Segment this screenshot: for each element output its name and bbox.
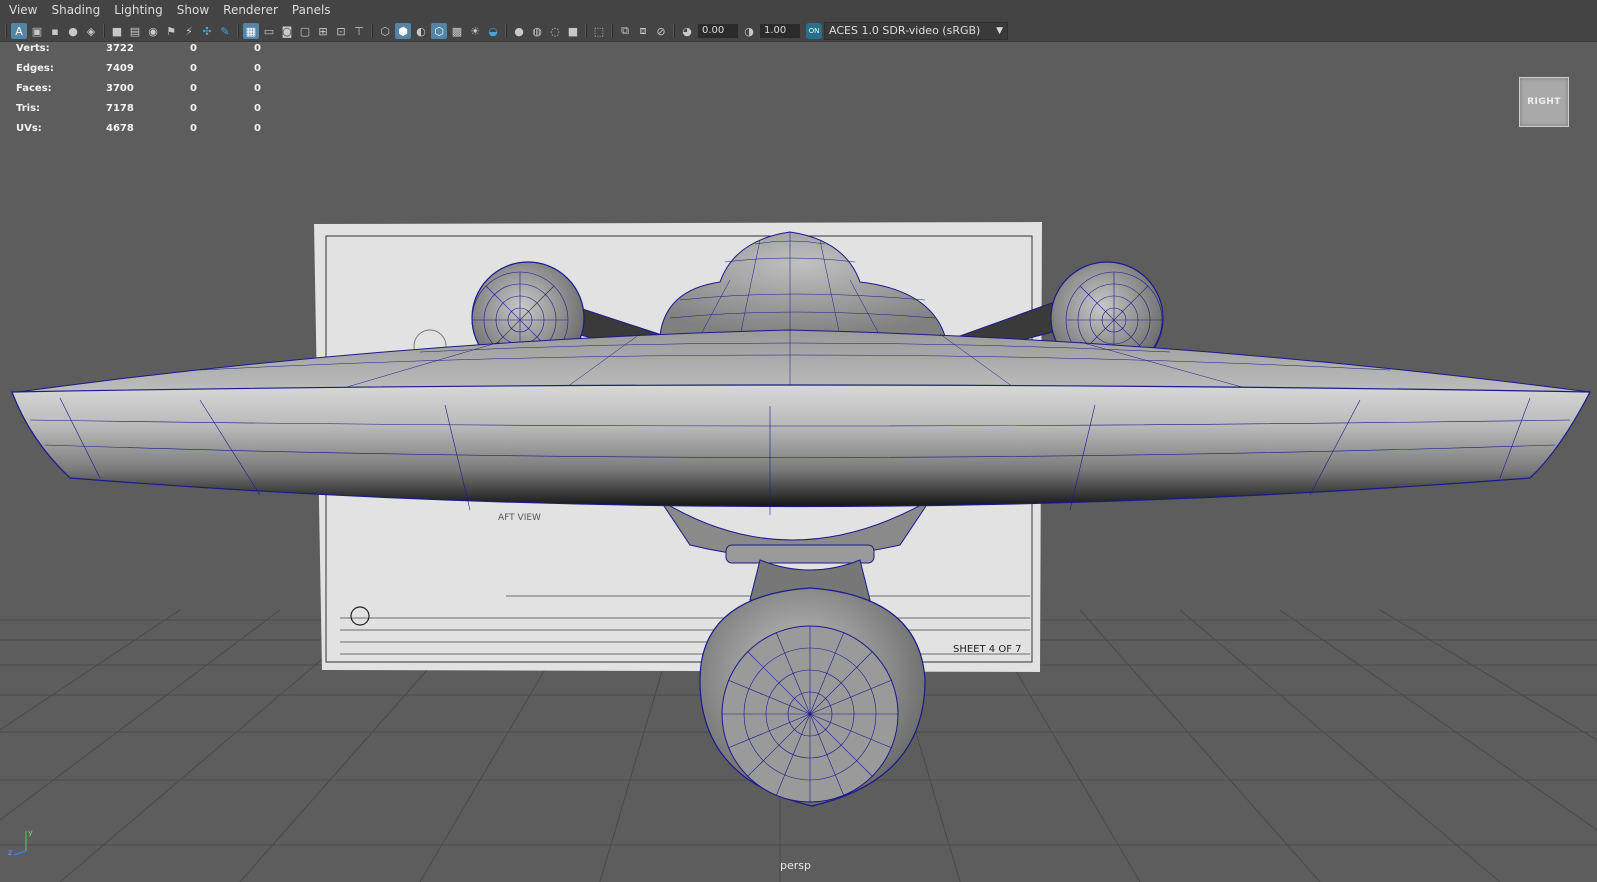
menu-shading[interactable]: Shading bbox=[44, 0, 107, 21]
hud-value: 0 bbox=[190, 103, 197, 114]
viewport-scene[interactable]: AFT VIEW SHEET 4 OF 7 bbox=[0, 42, 1597, 882]
menu-panels[interactable]: Panels bbox=[285, 0, 338, 21]
menu-show[interactable]: Show bbox=[170, 0, 216, 21]
toolbar-divider bbox=[5, 24, 7, 38]
view-cube-label: RIGHT bbox=[1527, 97, 1561, 107]
hud-row-verts: Verts: 3722 0 0 bbox=[0, 42, 270, 62]
axis-y-label: y bbox=[28, 828, 33, 837]
engineering-hull bbox=[699, 587, 926, 807]
exposure-icon[interactable]: ◕ bbox=[679, 23, 695, 39]
motion-blur-icon[interactable]: ◍ bbox=[529, 23, 545, 39]
view-cube[interactable]: RIGHT bbox=[1519, 77, 1569, 127]
resolution-gate-icon[interactable]: ▤ bbox=[127, 23, 143, 39]
hud-value: 3722 bbox=[106, 43, 134, 54]
view-transform-value: ACES 1.0 SDR-video (sRGB) bbox=[829, 24, 981, 37]
color-management-icon[interactable]: ON bbox=[806, 23, 822, 39]
2d-pan-zoom-icon[interactable]: ◈ bbox=[83, 23, 99, 39]
use-all-lights-icon[interactable]: ☀ bbox=[467, 23, 483, 39]
wireframe-on-shaded-icon[interactable]: ⬡ bbox=[431, 23, 447, 39]
hud-value: 0 bbox=[190, 63, 197, 74]
hud-value: 0 bbox=[254, 63, 261, 74]
bookmark-icon[interactable]: ▪ bbox=[47, 23, 63, 39]
hud-label: Tris: bbox=[16, 103, 41, 114]
gamma-icon[interactable]: ◑ bbox=[741, 23, 757, 39]
grease-pencil-icon[interactable]: ✎ bbox=[217, 23, 233, 39]
toolbar-divider bbox=[673, 24, 675, 38]
xray-active-icon[interactable]: ⧈ bbox=[635, 23, 651, 39]
screen-space-ao-icon[interactable]: ● bbox=[511, 23, 527, 39]
hud-label: Verts: bbox=[16, 43, 50, 54]
grid-toggle-icon[interactable]: ▦ bbox=[243, 23, 259, 39]
select-camera-icon[interactable]: A bbox=[11, 23, 27, 39]
hud-row-faces: Faces: 3700 0 0 bbox=[0, 82, 270, 102]
toolbar-divider bbox=[371, 24, 373, 38]
menu-renderer[interactable]: Renderer bbox=[216, 0, 285, 21]
shadows-icon[interactable]: ◒ bbox=[485, 23, 501, 39]
hud-value: 0 bbox=[254, 103, 261, 114]
hud-value: 0 bbox=[190, 83, 197, 94]
xray-joints-icon[interactable]: ⊘ bbox=[653, 23, 669, 39]
hud-value: 7409 bbox=[106, 63, 134, 74]
gamma-field[interactable]: 1.00 bbox=[760, 24, 800, 38]
hud-value: 0 bbox=[254, 123, 261, 134]
safe-action-icon[interactable]: ⚡ bbox=[181, 23, 197, 39]
menu-lighting[interactable]: Lighting bbox=[107, 0, 170, 21]
toolbar-divider bbox=[505, 24, 507, 38]
gate-mask-toggle-icon[interactable]: ▢ bbox=[297, 23, 313, 39]
axis-z-label: z bbox=[8, 848, 12, 857]
hud-value: 0 bbox=[254, 83, 261, 94]
blueprint-view-label: AFT VIEW bbox=[498, 513, 541, 523]
hud-label: UVs: bbox=[16, 123, 42, 134]
menu-view[interactable]: View bbox=[0, 0, 44, 21]
film-gate-icon[interactable]: ■ bbox=[109, 23, 125, 39]
viewport-menubar: View Shading Lighting Show Renderer Pane… bbox=[0, 0, 1597, 21]
field-chart-icon[interactable]: ⚑ bbox=[163, 23, 179, 39]
hud-label: Faces: bbox=[16, 83, 52, 94]
toolbar-divider bbox=[103, 24, 105, 38]
chevron-down-icon: ▼ bbox=[996, 26, 1003, 36]
blueprint-sheet-label: SHEET 4 OF 7 bbox=[953, 644, 1022, 655]
poly-count-hud: Verts: 3722 0 0 Edges: 7409 0 0 Faces: 3… bbox=[0, 42, 270, 142]
view-transform-dropdown[interactable]: ACES 1.0 SDR-video (sRGB) ▼ bbox=[824, 22, 1008, 40]
toolbar-divider bbox=[611, 24, 613, 38]
default-material-icon[interactable]: ◐ bbox=[413, 23, 429, 39]
safe-title-icon[interactable]: ✣ bbox=[199, 23, 215, 39]
hud-row-edges: Edges: 7409 0 0 bbox=[0, 62, 270, 82]
hud-value: 3700 bbox=[106, 83, 134, 94]
viewport-toolbar: A ▣ ▪ ● ◈ ■ ▤ ◉ ⚑ ⚡ ✣ ✎ ▦ ▭ ◙ ▢ ⊞ ⊡ ⊤ ⬡ … bbox=[0, 21, 1597, 42]
hud-label: Edges: bbox=[16, 63, 54, 74]
multisample-aa-icon[interactable]: ◌ bbox=[547, 23, 563, 39]
exposure-field[interactable]: 0.00 bbox=[698, 24, 738, 38]
gate-mask-icon[interactable]: ◉ bbox=[145, 23, 161, 39]
safe-action-toggle-icon[interactable]: ⊡ bbox=[333, 23, 349, 39]
textured-icon[interactable]: ▩ bbox=[449, 23, 465, 39]
hud-row-uvs: UVs: 4678 0 0 bbox=[0, 122, 270, 142]
hud-value: 0 bbox=[190, 43, 197, 54]
hud-value: 7178 bbox=[106, 103, 134, 114]
hud-value: 0 bbox=[254, 43, 261, 54]
axis-gizmo-icon: y z bbox=[8, 828, 33, 857]
camera-name-label: persp bbox=[780, 859, 811, 872]
saucer-top bbox=[17, 329, 1591, 393]
smooth-shade-icon[interactable]: ⬢ bbox=[395, 23, 411, 39]
image-plane-icon[interactable]: ● bbox=[65, 23, 81, 39]
isolate-select-icon[interactable]: ⬚ bbox=[591, 23, 607, 39]
hud-value: 0 bbox=[190, 123, 197, 134]
hud-row-tris: Tris: 7178 0 0 bbox=[0, 102, 270, 122]
wireframe-icon[interactable]: ⬡ bbox=[377, 23, 393, 39]
field-chart-toggle-icon[interactable]: ⊞ bbox=[315, 23, 331, 39]
film-gate-toggle-icon[interactable]: ▭ bbox=[261, 23, 277, 39]
safe-title-toggle-icon[interactable]: ⊤ bbox=[351, 23, 367, 39]
hud-value: 4678 bbox=[106, 123, 134, 134]
camera-attributes-icon[interactable]: ▣ bbox=[29, 23, 45, 39]
saucer-rim bbox=[11, 384, 1591, 508]
depth-of-field-icon[interactable]: ■ bbox=[565, 23, 581, 39]
toolbar-divider bbox=[585, 24, 587, 38]
toolbar-divider bbox=[237, 24, 239, 38]
xray-icon[interactable]: ⧉ bbox=[617, 23, 633, 39]
resolution-toggle-icon[interactable]: ◙ bbox=[279, 23, 295, 39]
